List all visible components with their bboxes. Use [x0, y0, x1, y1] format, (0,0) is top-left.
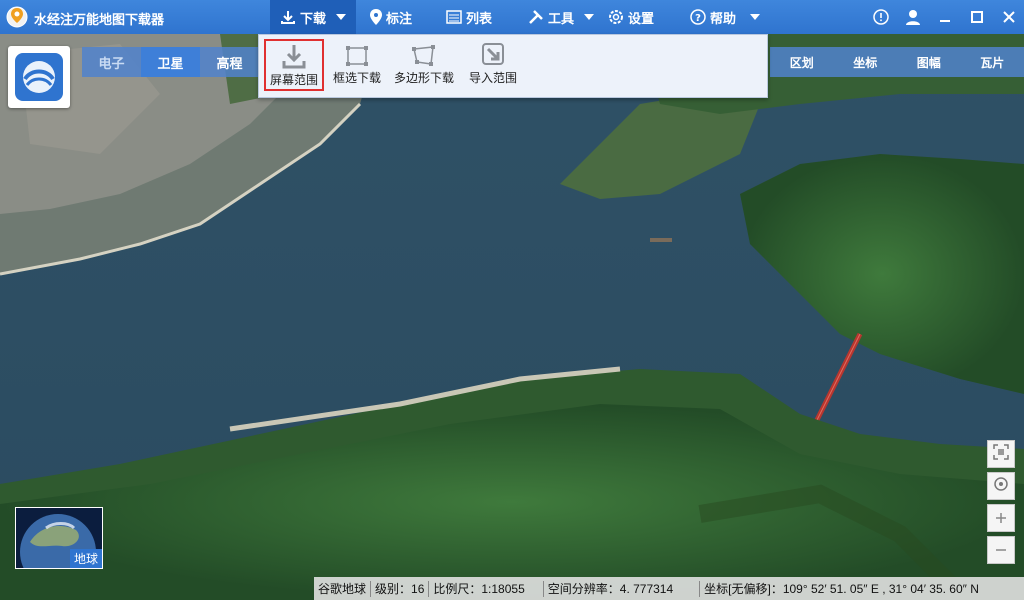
download-dropdown: 屏幕范围 框选下载 多边形下载 导入范围 [258, 34, 768, 98]
polygon-icon [411, 39, 437, 67]
menu-mark-label: 标注 [386, 10, 413, 26]
tool-tile[interactable]: 瓦片 [961, 47, 1024, 77]
import-icon [480, 39, 506, 67]
download-icon [280, 9, 296, 25]
list-icon [446, 10, 462, 24]
menu-help[interactable]: ? 帮助 [680, 0, 770, 34]
download-polygon-label: 多边形下载 [393, 71, 454, 85]
fullscreen-button[interactable] [987, 440, 1015, 468]
menu-settings-label: 设置 [628, 10, 655, 26]
svg-text:?: ? [695, 13, 701, 24]
download-box-select-label: 框选下载 [332, 71, 381, 85]
satellite-map[interactable] [0, 34, 1024, 600]
map-type-satellite[interactable]: 卫星 [141, 47, 200, 77]
menu-help-label: 帮助 [710, 10, 737, 26]
download-screen-range[interactable]: 屏幕范围 [264, 39, 324, 91]
menu-tools-label: 工具 [548, 10, 575, 26]
chevron-down-icon [336, 13, 347, 21]
locate-button[interactable] [987, 472, 1015, 500]
gear-icon [608, 9, 624, 25]
minimize-icon[interactable] [936, 8, 954, 26]
fullscreen-icon [993, 443, 1009, 465]
download-polygon[interactable]: 多边形下载 [391, 39, 457, 91]
download-screen-range-label: 屏幕范围 [269, 73, 318, 87]
menu-settings[interactable]: 设置 [598, 0, 664, 34]
pin-icon [370, 9, 382, 25]
tool-sheet[interactable]: 图幅 [897, 47, 961, 77]
location-pin-logo [6, 5, 28, 29]
zoom-out-button[interactable] [987, 536, 1015, 564]
import-range[interactable]: 导入范围 [463, 39, 523, 91]
menu-list-label: 列表 [466, 10, 493, 26]
menu-download-label: 下载 [300, 10, 327, 26]
download-arrow-icon [281, 41, 307, 69]
menu-tools[interactable]: 工具 [518, 0, 604, 34]
product-logo[interactable] [8, 46, 70, 108]
app-title: 水经注万能地图下载器 [34, 12, 165, 27]
divider [699, 580, 701, 597]
map-type-elevation[interactable]: 高程 [200, 47, 259, 77]
locate-icon [993, 476, 1009, 497]
menu-mark[interactable]: 标注 [360, 0, 422, 34]
import-range-label: 导入范围 [468, 71, 517, 85]
plus-icon [995, 508, 1007, 529]
status-level: 级别：16 [375, 582, 425, 596]
minus-icon [995, 540, 1007, 561]
status-coordinates: 坐标[无偏移]：109° 52′ 51. 05″ E , 31° 04′ 35.… [704, 582, 979, 596]
status-resolution: 空间分辨率：4. 777314 [547, 582, 674, 596]
status-source: 谷歌地球 [318, 582, 367, 596]
globe-label: 地球 [69, 549, 102, 568]
title-bar: 水经注万能地图下载器 下载 标注 列表 工具 设置 ? 帮助 [0, 0, 1024, 34]
status-bar: 谷歌地球 级别：16 比例尺：1:18055 空间分辨率：4. 777314 坐… [314, 577, 1024, 600]
divider [428, 580, 430, 597]
info-icon[interactable] [872, 8, 890, 26]
map-tools-bar: 区划 坐标 图幅 瓦片 [770, 47, 1024, 77]
status-scale: 比例尺：1:18055 [433, 582, 525, 596]
user-icon[interactable] [904, 8, 922, 26]
tool-district[interactable]: 区划 [770, 47, 834, 77]
map-type-electronic[interactable]: 电子 [82, 47, 141, 77]
tools-icon [528, 9, 544, 25]
map-type-bar: 电子 卫星 高程 [82, 47, 259, 77]
maximize-icon[interactable] [968, 8, 986, 26]
tool-coordinate[interactable]: 坐标 [834, 47, 898, 77]
chevron-down-icon [584, 13, 595, 21]
menu-download[interactable]: 下载 [270, 0, 357, 34]
rectangle-select-icon [345, 39, 369, 67]
globe-switch[interactable]: 地球 [15, 507, 103, 569]
download-box-select[interactable]: 框选下载 [329, 39, 385, 91]
close-icon[interactable] [1000, 8, 1018, 26]
divider [542, 580, 544, 597]
divider [370, 580, 372, 597]
help-icon: ? [690, 9, 706, 25]
chevron-down-icon [750, 13, 761, 21]
menu-list[interactable]: 列表 [436, 0, 502, 34]
zoom-in-button[interactable] [987, 504, 1015, 532]
